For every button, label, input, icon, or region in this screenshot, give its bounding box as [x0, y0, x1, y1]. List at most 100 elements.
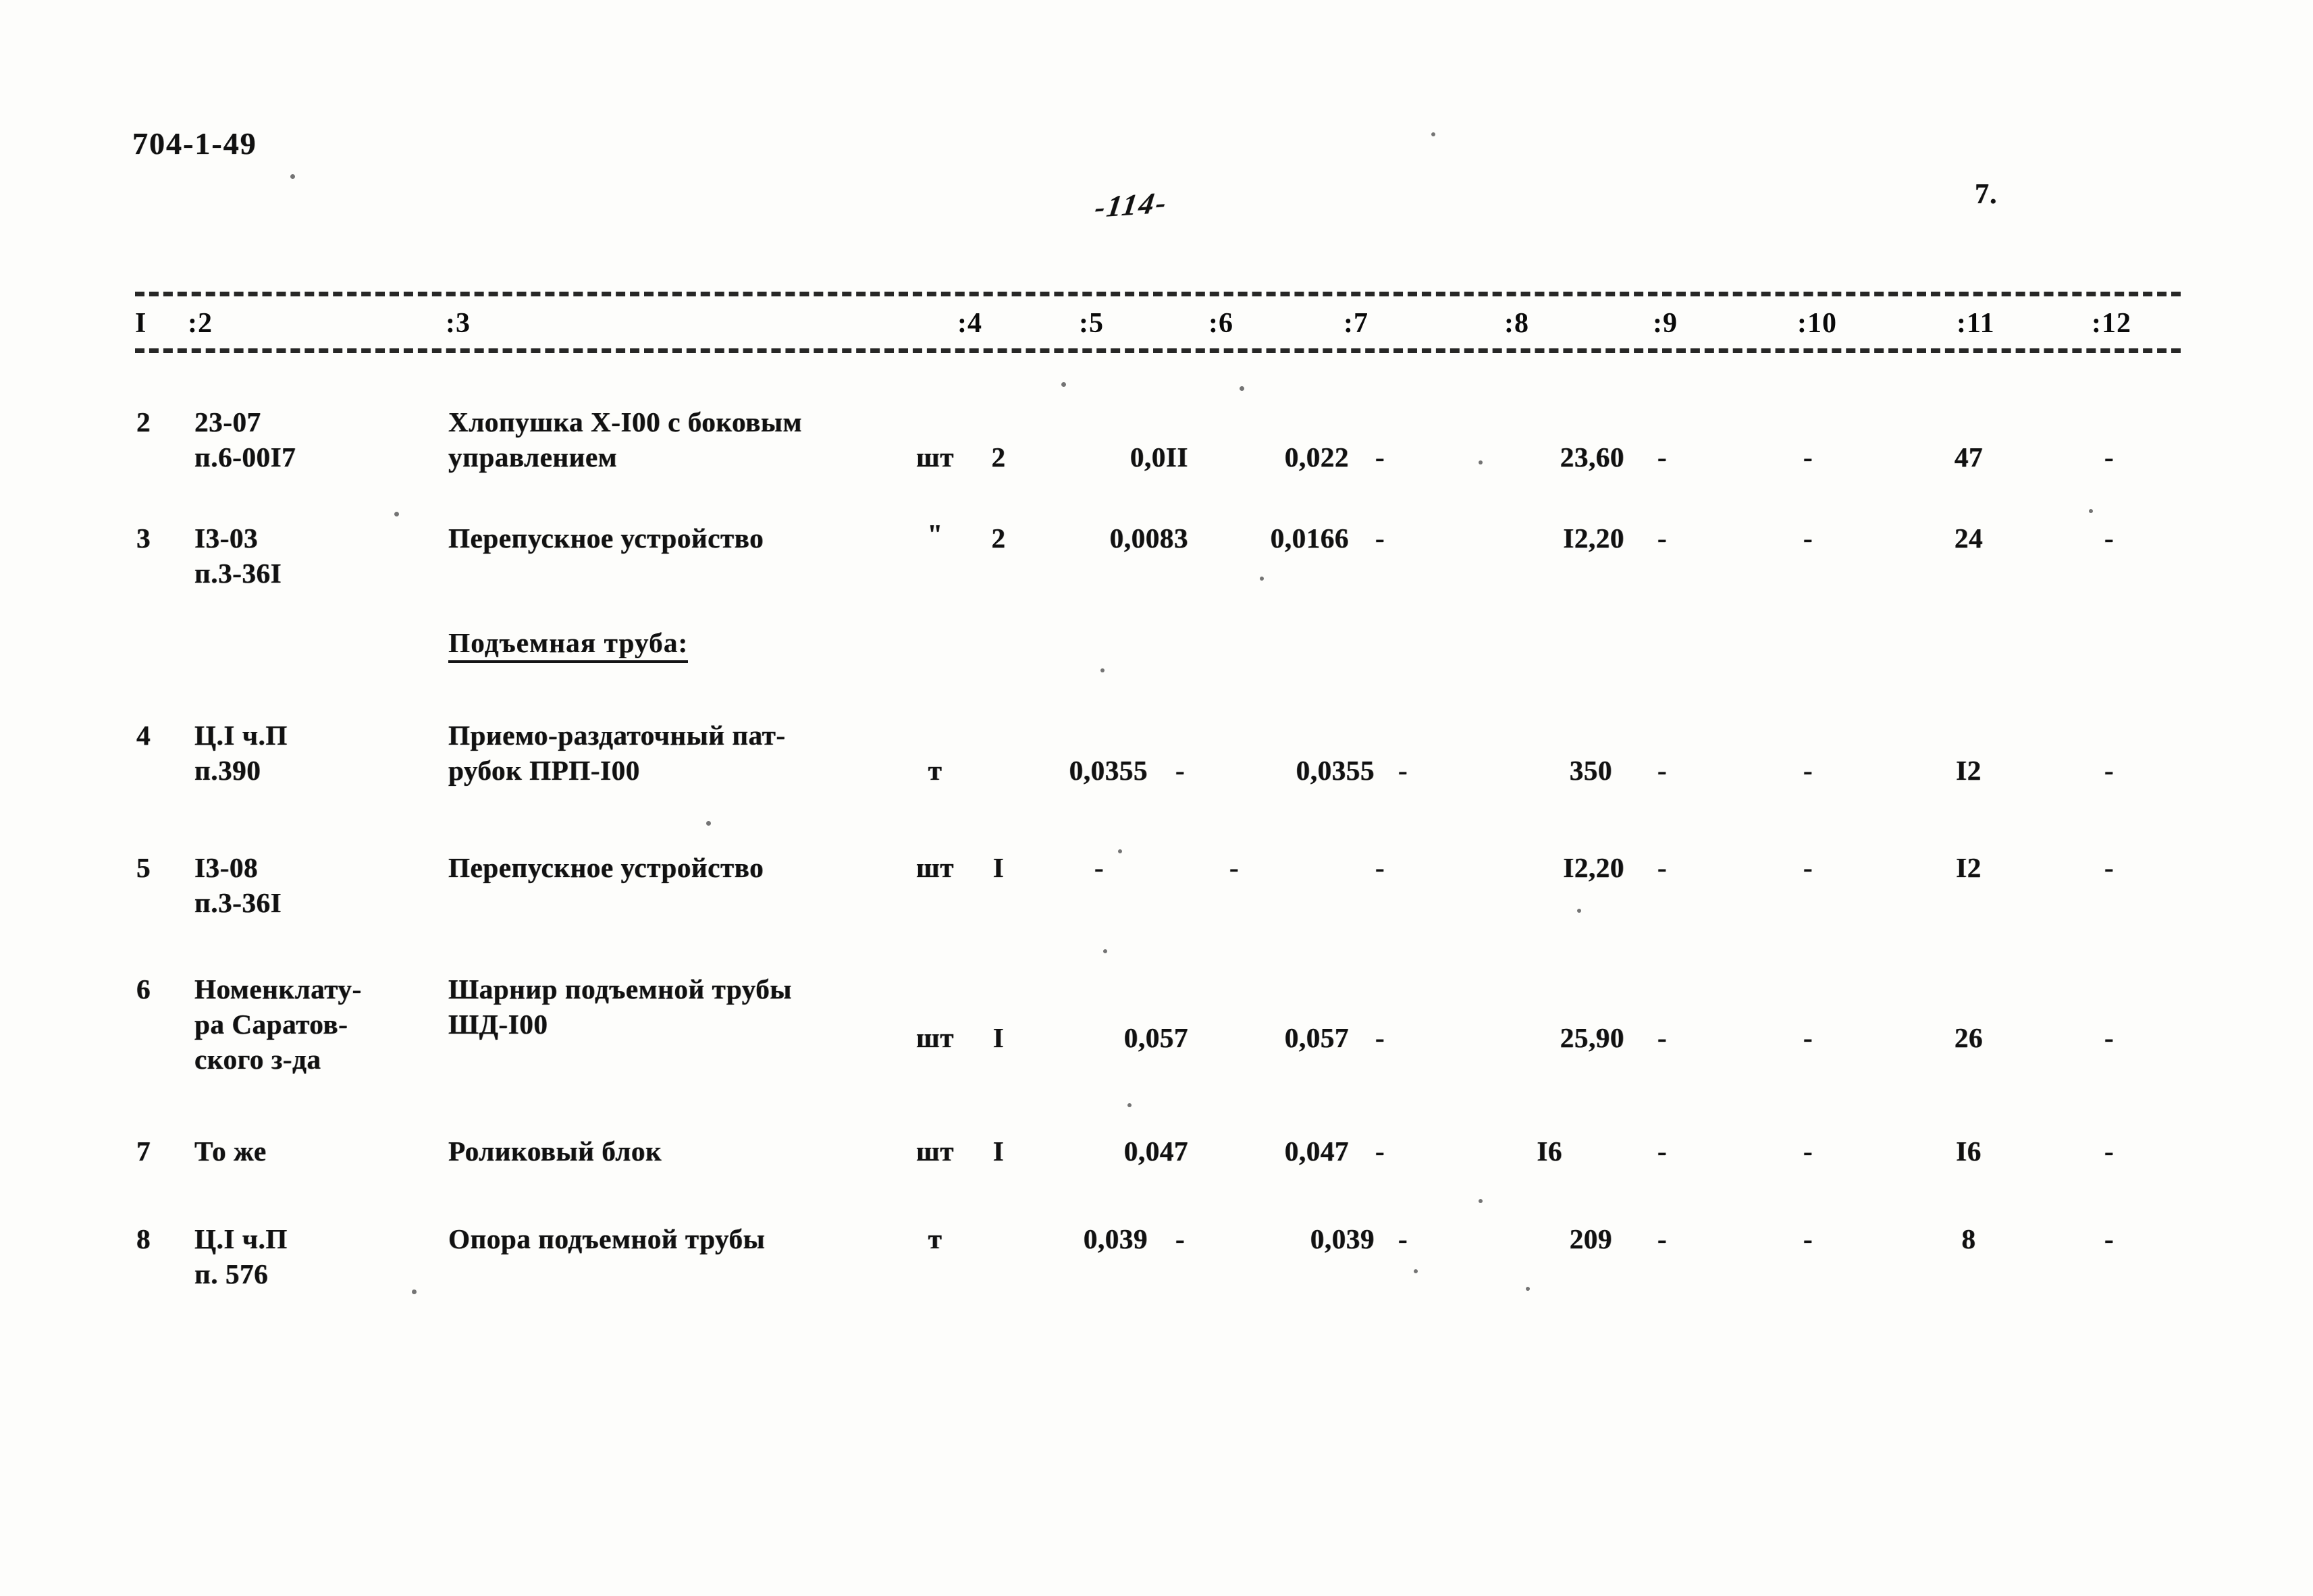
column-header-4: :4: [957, 308, 982, 339]
source-ref: 23-07: [194, 406, 261, 437]
column-header-6: :6: [1208, 308, 1233, 339]
value-col12: 47: [1954, 442, 1984, 473]
value-col6: 0,0II: [1129, 442, 1188, 473]
column-header-8: :8: [1504, 308, 1529, 339]
value-col12: I2: [1956, 852, 1982, 883]
item-name: Опора подъемной трубы: [448, 1223, 766, 1254]
source-ref-2: п.390: [194, 755, 261, 786]
table-rule-top: [135, 292, 2181, 296]
item-name: Роликовый блок: [448, 1136, 662, 1167]
unit: ": [927, 518, 943, 550]
table-rule-bottom: [135, 348, 2181, 353]
value-col11: -: [1803, 852, 1813, 883]
value-col11: -: [1803, 1136, 1813, 1167]
value-col12: I2: [1956, 755, 1982, 786]
value-col12: 26: [1954, 1022, 1984, 1053]
value-col13: -: [2104, 755, 2115, 786]
value-col9: I6: [1537, 1136, 1562, 1167]
scan-speckle: [1103, 949, 1107, 953]
unit: т: [928, 1223, 942, 1254]
source-ref: I3-08: [194, 852, 259, 883]
value-col12: 8: [1961, 1223, 1976, 1254]
group-heading: Подъемная труба:: [448, 627, 689, 663]
value-col8: -: [1375, 1136, 1385, 1167]
quantity: 0,039: [1083, 1223, 1148, 1254]
row-number: 5: [136, 852, 151, 883]
source-ref: Ц.I ч.П: [194, 720, 288, 751]
value-col9: 350: [1569, 755, 1612, 786]
row-number: 6: [136, 974, 151, 1005]
value-col11: -: [1803, 1223, 1813, 1254]
item-name-2: управлением: [448, 442, 618, 473]
source-ref: I3-03: [194, 523, 259, 554]
quantity: 0,0355: [1069, 755, 1148, 786]
value-col6: 0,047: [1123, 1136, 1188, 1167]
value-col8: -: [1375, 523, 1385, 554]
scan-speckle: [1577, 909, 1581, 913]
value-col13: -: [2104, 1022, 2115, 1053]
value-col9: I2,20: [1563, 523, 1624, 554]
scan-speckle: [2089, 509, 2093, 513]
scan-speckle: [1118, 849, 1122, 853]
source-ref-2: п.6-00I7: [194, 442, 296, 473]
source-ref-2: п. 576: [194, 1258, 269, 1289]
value-col7: -: [1229, 852, 1240, 883]
value-col7: 0,047: [1284, 1136, 1349, 1167]
scan-speckle: [1127, 1103, 1132, 1107]
handwritten-page-number: -114-: [1092, 185, 1171, 225]
scan-speckle: [1479, 460, 1483, 464]
value-col8: -: [1375, 442, 1385, 473]
column-header-10: :10: [1797, 308, 1837, 339]
document-page: 704-1-49 -114- 7. I :2 :3 :4 :5 :6 :7 :8…: [0, 0, 2313, 1596]
unit: шт: [916, 852, 954, 883]
value-col8: -: [1398, 1223, 1408, 1254]
value-col13: -: [2104, 1136, 2115, 1167]
quantity: I: [992, 1136, 1005, 1167]
row-number: 8: [136, 1223, 151, 1254]
document-code: 704-1-49: [132, 126, 257, 161]
column-header-1: I: [135, 308, 147, 339]
column-header-3: :3: [446, 308, 471, 339]
quantity: 2: [991, 442, 1006, 473]
value-col10: -: [1657, 442, 1668, 473]
value-col8: -: [1375, 852, 1385, 883]
column-header-9: :9: [1653, 308, 1678, 339]
row-number: 2: [136, 406, 151, 437]
scan-speckle: [1260, 577, 1264, 581]
item-name: Перепускное устройство: [448, 852, 764, 883]
scan-speckle: [1414, 1269, 1418, 1273]
value-col7: 0,0166: [1270, 523, 1349, 554]
scan-speckle: [1431, 132, 1435, 136]
value-col9: 23,60: [1560, 442, 1624, 473]
value-col11: -: [1803, 523, 1813, 554]
row-number: 7: [136, 1136, 151, 1167]
scan-speckle: [1526, 1287, 1530, 1291]
row-number: 4: [136, 720, 151, 751]
value-col12: I6: [1956, 1136, 1982, 1167]
value-col13: -: [2104, 523, 2115, 554]
quantity: I: [992, 1022, 1005, 1053]
value-col11: -: [1803, 442, 1813, 473]
column-header-11: :11: [1957, 308, 1995, 339]
item-name-2: рубок ПРП-I00: [448, 755, 640, 786]
sheet-number: 7.: [1975, 179, 1998, 210]
column-header-7: :7: [1344, 308, 1368, 339]
value-col8: -: [1398, 755, 1408, 786]
column-header-5: :5: [1079, 308, 1104, 339]
value-col6: 0,057: [1123, 1022, 1188, 1053]
row-number: 3: [136, 523, 151, 554]
scan-speckle: [394, 512, 399, 516]
source-ref: Ц.I ч.П: [194, 1223, 288, 1254]
value-col10: -: [1657, 523, 1668, 554]
unit: т: [928, 755, 942, 786]
value-col7: 0,057: [1284, 1022, 1349, 1053]
source-ref-2: ра Саратов-: [194, 1009, 348, 1040]
scan-speckle: [1061, 382, 1066, 387]
value-col11: -: [1803, 1022, 1813, 1053]
value-col13: -: [2104, 442, 2115, 473]
quantity: I: [992, 852, 1005, 883]
item-name: Шарнир подъемной трубы: [448, 974, 792, 1005]
value-col10: -: [1657, 755, 1668, 786]
item-name: Приемо-раздаточный пат-: [448, 720, 786, 751]
scan-speckle: [1100, 668, 1105, 672]
